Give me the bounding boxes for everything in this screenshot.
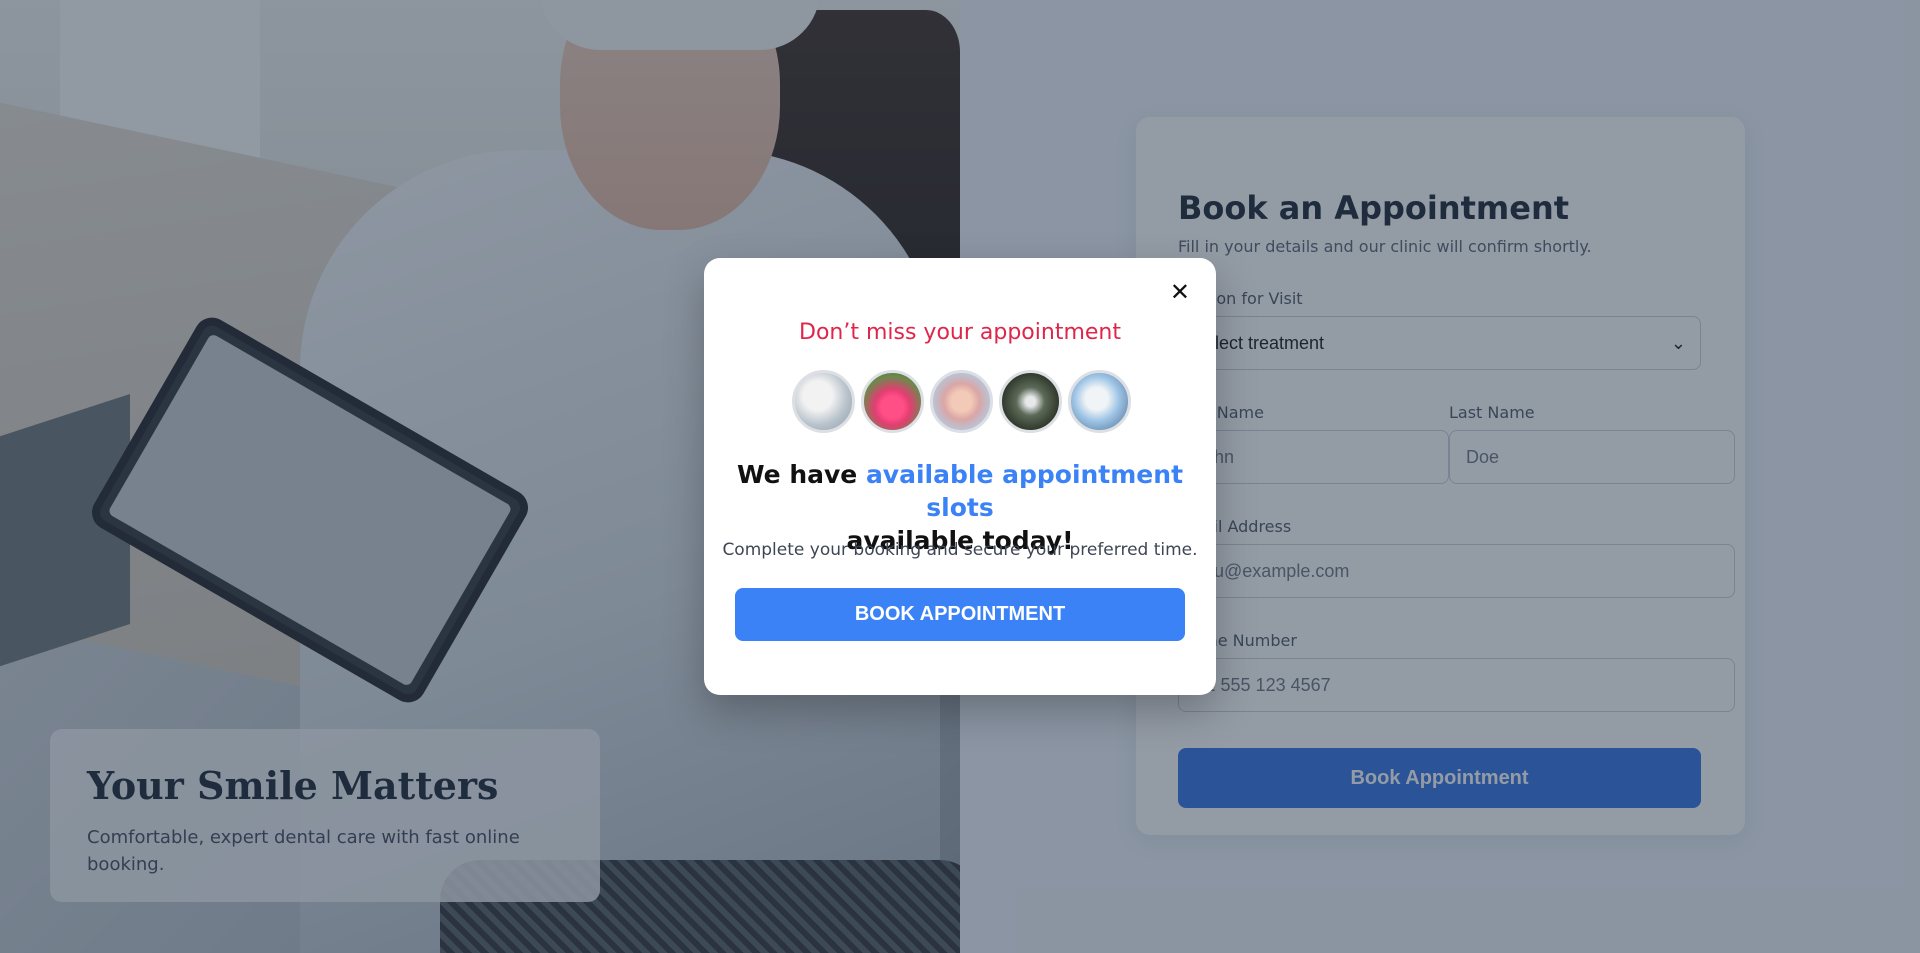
avatar — [999, 370, 1062, 433]
close-icon[interactable]: ✕ — [1170, 280, 1190, 304]
modal-heading-prefix: We have — [736, 460, 866, 489]
avatar-group — [792, 370, 1131, 433]
modal-subtitle: Complete your booking and secure your pr… — [722, 540, 1198, 560]
avatar — [1068, 370, 1131, 433]
modal-heading-highlight: available appointment slots — [865, 460, 1184, 522]
promo-modal: ✕ Don’t miss your appointment We have av… — [704, 258, 1216, 695]
modal-book-button[interactable]: BOOK APPOINTMENT — [735, 588, 1185, 641]
avatar — [861, 370, 924, 433]
avatar — [792, 370, 855, 433]
modal-kicker: Don’t miss your appointment — [799, 320, 1121, 345]
avatar — [930, 370, 993, 433]
